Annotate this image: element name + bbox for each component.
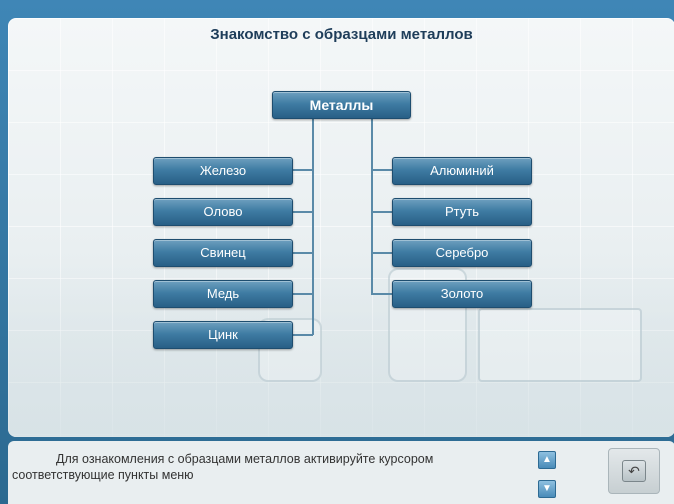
menu-item-silver[interactable]: Серебро <box>392 239 532 267</box>
connector-left-5 <box>291 334 313 336</box>
back-arrow-icon: ↶ <box>622 460 646 482</box>
test-tube-rack-decoration <box>478 308 642 382</box>
menu-item-iron[interactable]: Железо <box>153 157 293 185</box>
menu-item-aluminum[interactable]: Алюминий <box>392 157 532 185</box>
connector-left-1 <box>291 169 313 171</box>
app-frame: Знакомство с образцами металлов Металлы … <box>0 0 674 504</box>
scroll-up-button[interactable]: ▲ <box>538 451 556 469</box>
scroll-down-button[interactable]: ▼ <box>538 480 556 498</box>
menu-item-copper[interactable]: Медь <box>153 280 293 308</box>
menu-item-zinc[interactable]: Цинк <box>153 321 293 349</box>
menu-item-tin[interactable]: Олово <box>153 198 293 226</box>
back-button[interactable]: ↶ <box>608 448 660 494</box>
connector-left-2 <box>291 211 313 213</box>
main-panel: Знакомство с образцами металлов Металлы … <box>8 18 674 437</box>
connector-right-4 <box>371 293 392 295</box>
connector-right-2 <box>371 211 392 213</box>
page-title: Знакомство с образцами металлов <box>210 26 473 43</box>
connector-left-4 <box>291 293 313 295</box>
arrow-down-icon: ▼ <box>542 483 552 494</box>
connector-right-1 <box>371 169 392 171</box>
hint-text: Для ознакомления с образцами металлов ак… <box>12 451 522 483</box>
menu-item-gold[interactable]: Золото <box>392 280 532 308</box>
menu-item-lead[interactable]: Свинец <box>153 239 293 267</box>
menu-item-mercury[interactable]: Ртуть <box>392 198 532 226</box>
footer-panel: Для ознакомления с образцами металлов ак… <box>8 441 674 504</box>
hint-line-2: соответствующие пункты меню <box>12 468 194 482</box>
connector-root-right <box>371 117 373 293</box>
metals-root-button[interactable]: Металлы <box>272 91 411 119</box>
connector-right-3 <box>371 252 392 254</box>
connector-left-3 <box>291 252 313 254</box>
connector-root-left <box>312 117 314 335</box>
hint-line-1: Для ознакомления с образцами металлов ак… <box>56 452 434 466</box>
arrow-up-icon: ▲ <box>542 454 552 465</box>
